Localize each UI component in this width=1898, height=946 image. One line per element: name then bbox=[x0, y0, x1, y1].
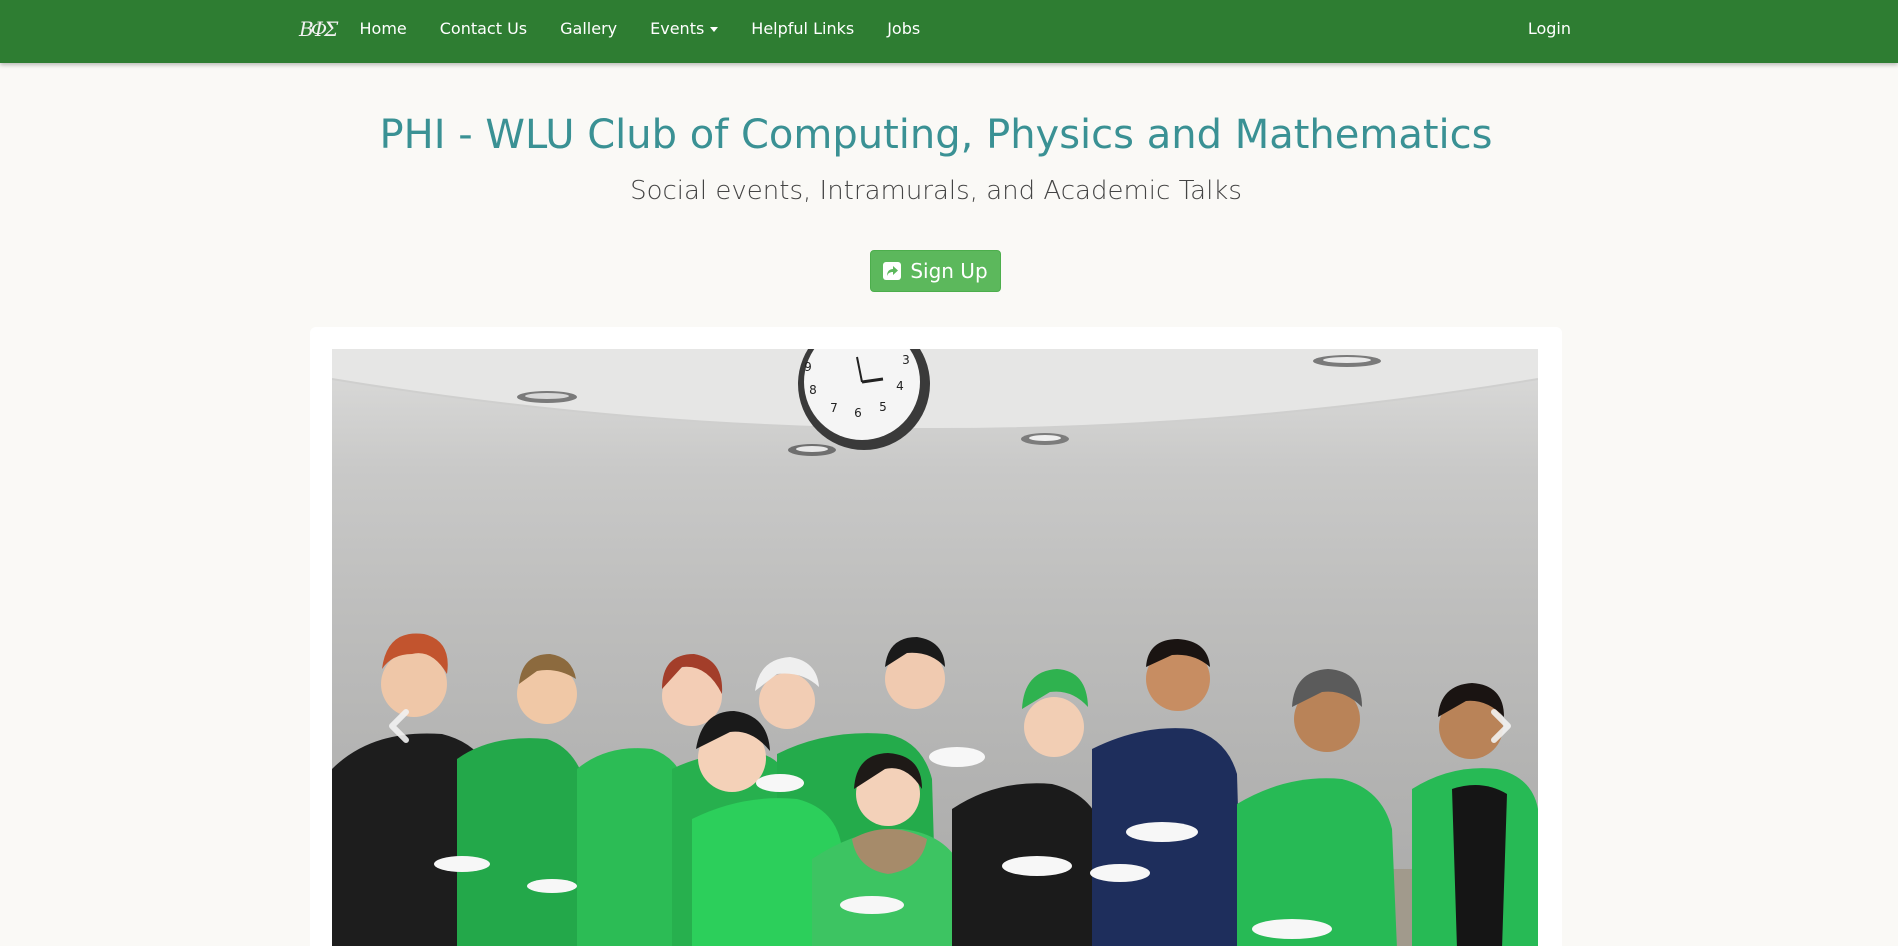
chevron-right-icon[interactable] bbox=[1480, 706, 1520, 746]
top-navbar: BΦΣ Home Contact Us Gallery Events Helpf… bbox=[0, 0, 1898, 63]
sign-up-button[interactable]: Sign Up bbox=[870, 250, 1001, 292]
navbar-container: BΦΣ Home Contact Us Gallery Events Helpf… bbox=[299, 0, 1571, 63]
nav-link-events-dropdown[interactable]: Events bbox=[634, 0, 735, 63]
login-link[interactable]: Login bbox=[1528, 0, 1571, 58]
nav-link-contact-us[interactable]: Contact Us bbox=[423, 0, 543, 63]
clock-number: 6 bbox=[854, 406, 862, 420]
sign-up-label: Sign Up bbox=[910, 259, 988, 283]
chevron-left-icon[interactable] bbox=[380, 706, 420, 746]
brand-logo[interactable]: BΦΣ bbox=[299, 14, 338, 44]
caret-down-icon bbox=[710, 27, 719, 32]
carousel-slide-image: 9 3 8 4 7 6 5 bbox=[332, 349, 1538, 946]
nav-link-home[interactable]: Home bbox=[343, 0, 423, 63]
nav-link-gallery[interactable]: Gallery bbox=[544, 0, 634, 63]
nav-link-helpful-links[interactable]: Helpful Links bbox=[735, 0, 871, 63]
nav-links: Home Contact Us Gallery Events Helpful L… bbox=[343, 0, 937, 63]
clock-number: 5 bbox=[879, 400, 887, 414]
clock-number: 9 bbox=[804, 360, 812, 374]
nav-link-events-label: Events bbox=[650, 19, 705, 38]
clock-number: 8 bbox=[809, 383, 817, 397]
clock-number: 3 bbox=[902, 353, 910, 367]
page-title: PHI - WLU Club of Computing, Physics and… bbox=[379, 112, 1493, 158]
page-subtitle: Social events, Intramurals, and Academic… bbox=[630, 176, 1242, 206]
clock-number: 4 bbox=[896, 379, 904, 393]
group-photo: 9 3 8 4 7 6 5 bbox=[332, 349, 1538, 946]
share-square-icon bbox=[883, 262, 902, 280]
nav-link-jobs[interactable]: Jobs bbox=[871, 0, 937, 63]
clock-number: 7 bbox=[830, 401, 838, 415]
